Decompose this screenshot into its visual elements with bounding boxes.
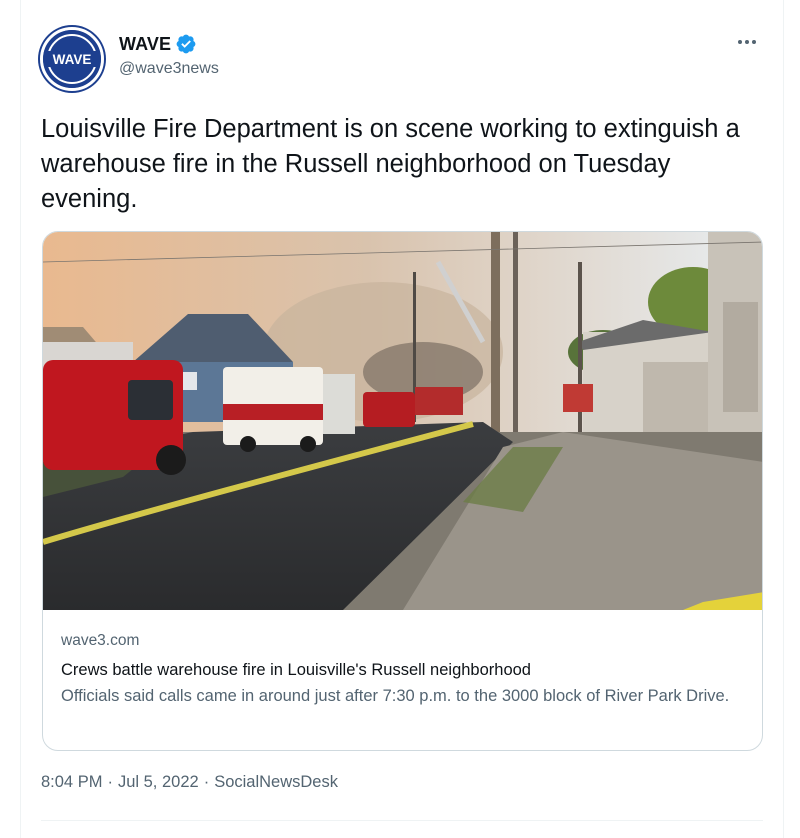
card-description: Officials said calls came in around just…	[61, 687, 730, 705]
link-card[interactable]: wave3.com Crews battle warehouse fire in…	[42, 231, 763, 751]
author-name[interactable]: WAVE	[119, 34, 171, 55]
avatar[interactable]: WAVE	[40, 27, 104, 91]
meta-separator: ·	[107, 773, 113, 791]
card-domain: wave3.com	[61, 632, 140, 649]
card-title: Crews battle warehouse fire in Louisvill…	[61, 661, 531, 679]
divider	[41, 820, 763, 821]
meta-separator: ·	[203, 773, 210, 791]
tweet-meta: 8:04 PM · Jul 5, 2022 · SocialNewsDesk	[41, 773, 338, 792]
wave-logo-icon: WAVE	[43, 30, 101, 88]
author-block: WAVE @wave3news	[119, 33, 219, 78]
tweet-source[interactable]: SocialNewsDesk	[214, 773, 338, 792]
tweet-time[interactable]: 8:04 PM	[41, 773, 102, 792]
more-options-icon[interactable]	[733, 34, 761, 50]
card-body[interactable]: wave3.com Crews battle warehouse fire in…	[43, 611, 762, 709]
card-image[interactable]	[43, 232, 762, 610]
avatar-text: WAVE	[53, 52, 92, 67]
news-photo-icon	[43, 232, 762, 610]
tweet-date[interactable]: Jul 5, 2022	[118, 773, 199, 792]
author-handle[interactable]: @wave3news	[119, 60, 219, 78]
verified-badge-icon	[175, 33, 197, 55]
tweet-text: Louisville Fire Department is on scene w…	[41, 115, 740, 213]
tweet-container: WAVE WAVE @wave3news Louisville Fire Dep…	[20, 0, 784, 838]
